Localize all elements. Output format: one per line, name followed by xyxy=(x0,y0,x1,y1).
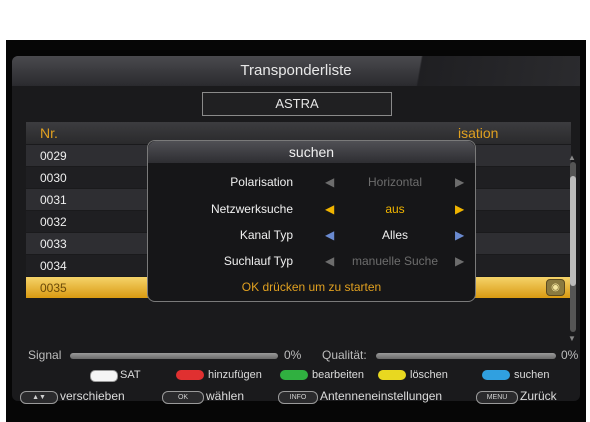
field-polarisation[interactable]: Polarisation ◀ Horizontal ▶ xyxy=(148,172,475,192)
field-value: Horizontal xyxy=(367,175,423,189)
arrow-left-icon[interactable]: ◀ xyxy=(325,202,334,216)
arrow-right-icon[interactable]: ▶ xyxy=(455,228,464,242)
sat-key-label: SAT xyxy=(120,369,141,381)
disk-icon: ◉ xyxy=(546,279,565,296)
field-label: Netzwerksuche xyxy=(210,202,293,216)
row-number: 0029 xyxy=(40,149,67,163)
signal-label: Signal xyxy=(28,348,62,362)
row-number: 0030 xyxy=(40,171,67,185)
field-scan-type[interactable]: Suchlauf Typ ◀ manuelle Suche ▶ xyxy=(148,251,475,271)
ok-key-icon[interactable]: OK xyxy=(162,391,204,404)
move-label: verschieben xyxy=(60,389,125,403)
scroll-up-icon[interactable]: ▲ xyxy=(568,153,576,162)
sat-key-icon[interactable] xyxy=(90,370,118,382)
green-key-icon[interactable] xyxy=(280,370,308,380)
field-label: Suchlauf Typ xyxy=(223,254,293,268)
dialog-title: suchen xyxy=(148,141,475,163)
quality-value: 0% xyxy=(561,348,579,362)
field-channel-type[interactable]: Kanal Typ ◀ Alles ▶ xyxy=(148,225,475,245)
field-value: manuelle Suche xyxy=(351,254,439,268)
arrow-left-icon[interactable]: ◀ xyxy=(325,228,334,242)
select-label: wählen xyxy=(206,389,245,403)
field-value: aus xyxy=(385,202,405,216)
red-key-label: hinzufügen xyxy=(208,369,262,381)
signal-bar xyxy=(70,353,278,359)
row-number: 0032 xyxy=(40,215,67,229)
start-hint: OK drücken um zu starten xyxy=(241,280,382,294)
green-key-label: bearbeiten xyxy=(312,369,364,381)
scrollbar[interactable] xyxy=(570,162,576,332)
header-nr: Nr. xyxy=(40,125,58,141)
scroll-down-icon[interactable]: ▼ xyxy=(568,334,576,343)
field-network-search[interactable]: Netzwerksuche ◀ aus ▶ xyxy=(148,199,475,219)
transponder-panel: Transponderliste ASTRA Nr. isation 0029 … xyxy=(12,56,580,404)
arrow-right-icon[interactable]: ▶ xyxy=(455,254,464,268)
arrow-left-icon[interactable]: ◀ xyxy=(325,254,334,268)
row-number: 0034 xyxy=(40,259,67,273)
signal-value: 0% xyxy=(284,348,302,362)
page-title: Transponderliste xyxy=(240,62,352,79)
row-number: 0035 xyxy=(40,281,67,295)
red-key-icon[interactable] xyxy=(176,370,204,380)
tv-screen: Transponderliste ASTRA Nr. isation 0029 … xyxy=(6,40,586,422)
blue-key-icon[interactable] xyxy=(482,370,510,380)
blue-key-label: suchen xyxy=(514,369,550,381)
row-number: 0033 xyxy=(40,237,67,251)
field-label: Kanal Typ xyxy=(239,228,293,242)
quality-bar xyxy=(376,353,556,359)
row-number: 0031 xyxy=(40,193,67,207)
yellow-key-icon[interactable] xyxy=(378,370,406,380)
field-label: Polarisation xyxy=(230,175,293,189)
menu-key-icon[interactable]: MENU xyxy=(476,391,518,404)
antenna-settings-label: Antenneneinstellungen xyxy=(320,389,443,403)
arrow-right-icon[interactable]: ▶ xyxy=(455,175,464,189)
info-key-icon[interactable]: INFO xyxy=(278,391,318,404)
search-dialog: suchen Polarisation ◀ Horizontal ▶ Netzw… xyxy=(147,140,476,302)
quality-label: Qualität: xyxy=(322,348,367,362)
arrow-right-icon[interactable]: ▶ xyxy=(455,202,464,216)
updown-key-icon[interactable]: ▲▼ xyxy=(20,391,58,404)
yellow-key-label: löschen xyxy=(410,369,448,381)
back-label: Zurück xyxy=(520,389,557,403)
title-bar: Transponderliste xyxy=(12,56,580,86)
arrow-left-icon[interactable]: ◀ xyxy=(325,175,334,189)
scrollbar-thumb[interactable] xyxy=(570,176,576,286)
header-polarisation: isation xyxy=(458,125,499,141)
field-value: Alles xyxy=(381,228,408,242)
satellite-selector[interactable]: ASTRA xyxy=(202,92,392,116)
